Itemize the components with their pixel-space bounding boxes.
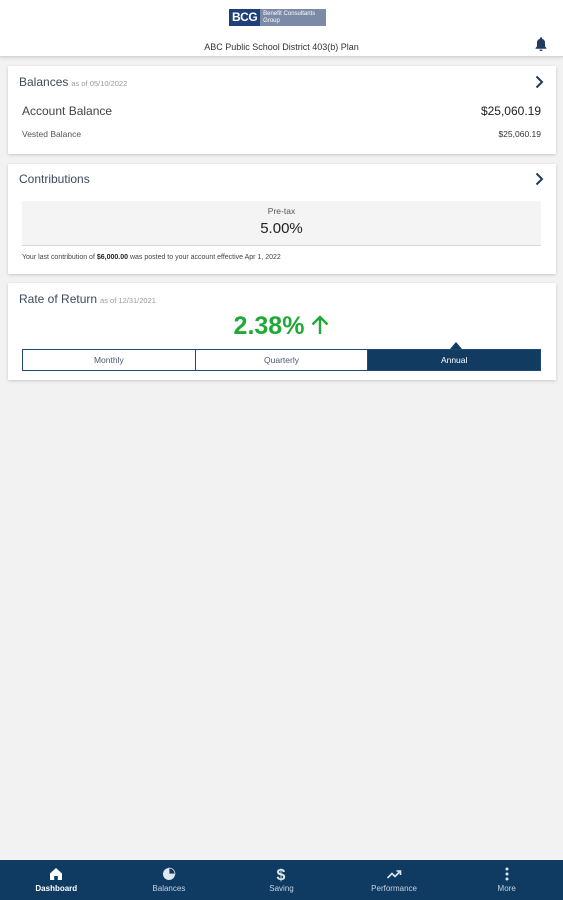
account-balance-label: Account Balance: [22, 104, 113, 118]
app-header: BCG Benefit Consultants Group ABC Public…: [0, 0, 563, 57]
bcg-logo: BCG Benefit Consultants Group: [229, 9, 327, 26]
period-monthly[interactable]: Monthly: [23, 350, 196, 370]
dollar-icon: $: [277, 867, 286, 882]
tab-dashboard[interactable]: Dashboard: [0, 860, 113, 900]
tab-saving[interactable]: $ Saving: [225, 860, 338, 900]
account-balance-value: $25,060.19: [480, 104, 541, 118]
vested-balance-value: $25,060.19: [498, 129, 541, 139]
period-annual[interactable]: Annual: [368, 350, 541, 370]
balances-title-text: Balances: [19, 75, 69, 89]
tab-balances[interactable]: Balances: [113, 860, 226, 900]
plan-name: ABC Public School District 403(b) Plan: [204, 42, 359, 52]
trending-up-icon: [387, 870, 402, 879]
contributions-title: Contributions: [19, 172, 90, 186]
pretax-label: Pre-tax: [267, 206, 296, 216]
tab-balances-label: Balances: [152, 884, 186, 893]
tab-dashboard-label: Dashboard: [35, 884, 78, 893]
chevron-right-icon[interactable]: [534, 172, 544, 186]
balances-card[interactable]: Balances as of 05/10/2022 Account Balance…: [8, 66, 556, 154]
note-amount: $6,000.00: [96, 254, 128, 261]
logo-text: Benefit Consultants Group: [260, 9, 327, 26]
tab-performance-label: Performance: [371, 884, 417, 893]
ror-value-wrap: 2.38%: [8, 312, 556, 341]
logo-mark: BCG: [229, 9, 261, 26]
tab-saving-label: Saving: [269, 884, 294, 893]
more-vertical-icon: [505, 867, 509, 881]
ror-as-of: as of 12/31/2021: [100, 296, 156, 305]
svg-text:$: $: [277, 867, 286, 882]
period-selector: Monthly Quarterly Annual: [22, 349, 541, 371]
period-quarterly[interactable]: Quarterly: [195, 350, 369, 370]
pretax-box: Pre-tax 5.00%: [22, 201, 541, 246]
home-icon: [50, 868, 63, 880]
chevron-right-icon[interactable]: [534, 75, 544, 89]
balances-as-of: as of 05/10/2022: [71, 79, 128, 88]
contributions-card[interactable]: Contributions Pre-tax 5.00% Your last co…: [8, 164, 556, 274]
vested-balance-label: Vested Balance: [22, 129, 82, 139]
tab-performance[interactable]: Performance: [338, 860, 451, 900]
selected-period-caret: [450, 342, 462, 349]
vested-balance-row: Vested Balance $25,060.19: [22, 129, 541, 139]
pie-chart-icon: [162, 867, 176, 880]
pretax-value: 5.00%: [260, 220, 303, 237]
account-balance-row: Account Balance $25,060.19: [22, 104, 541, 118]
note-after: was posted to your account effective Apr…: [128, 254, 281, 261]
ror-value: 2.38%: [233, 312, 305, 340]
arrow-up-icon: [312, 315, 329, 334]
bell-icon[interactable]: [534, 36, 548, 52]
ror-title: Rate of Return as of 12/31/2021: [19, 292, 156, 306]
ror-title-text: Rate of Return: [19, 292, 98, 306]
bottom-tab-bar: Dashboard Balances $ Saving Performance …: [0, 860, 563, 900]
tab-more-label: More: [497, 884, 516, 893]
rate-of-return-card: Rate of Return as of 12/31/2021 2.38% Mon…: [8, 283, 556, 380]
last-contribution-note: Your last contribution of $6,000.00 was …: [22, 254, 281, 261]
balances-title: Balances as of 05/10/2022: [19, 75, 127, 89]
tab-more[interactable]: More: [450, 860, 563, 900]
note-before: Your last contribution of: [22, 254, 97, 261]
